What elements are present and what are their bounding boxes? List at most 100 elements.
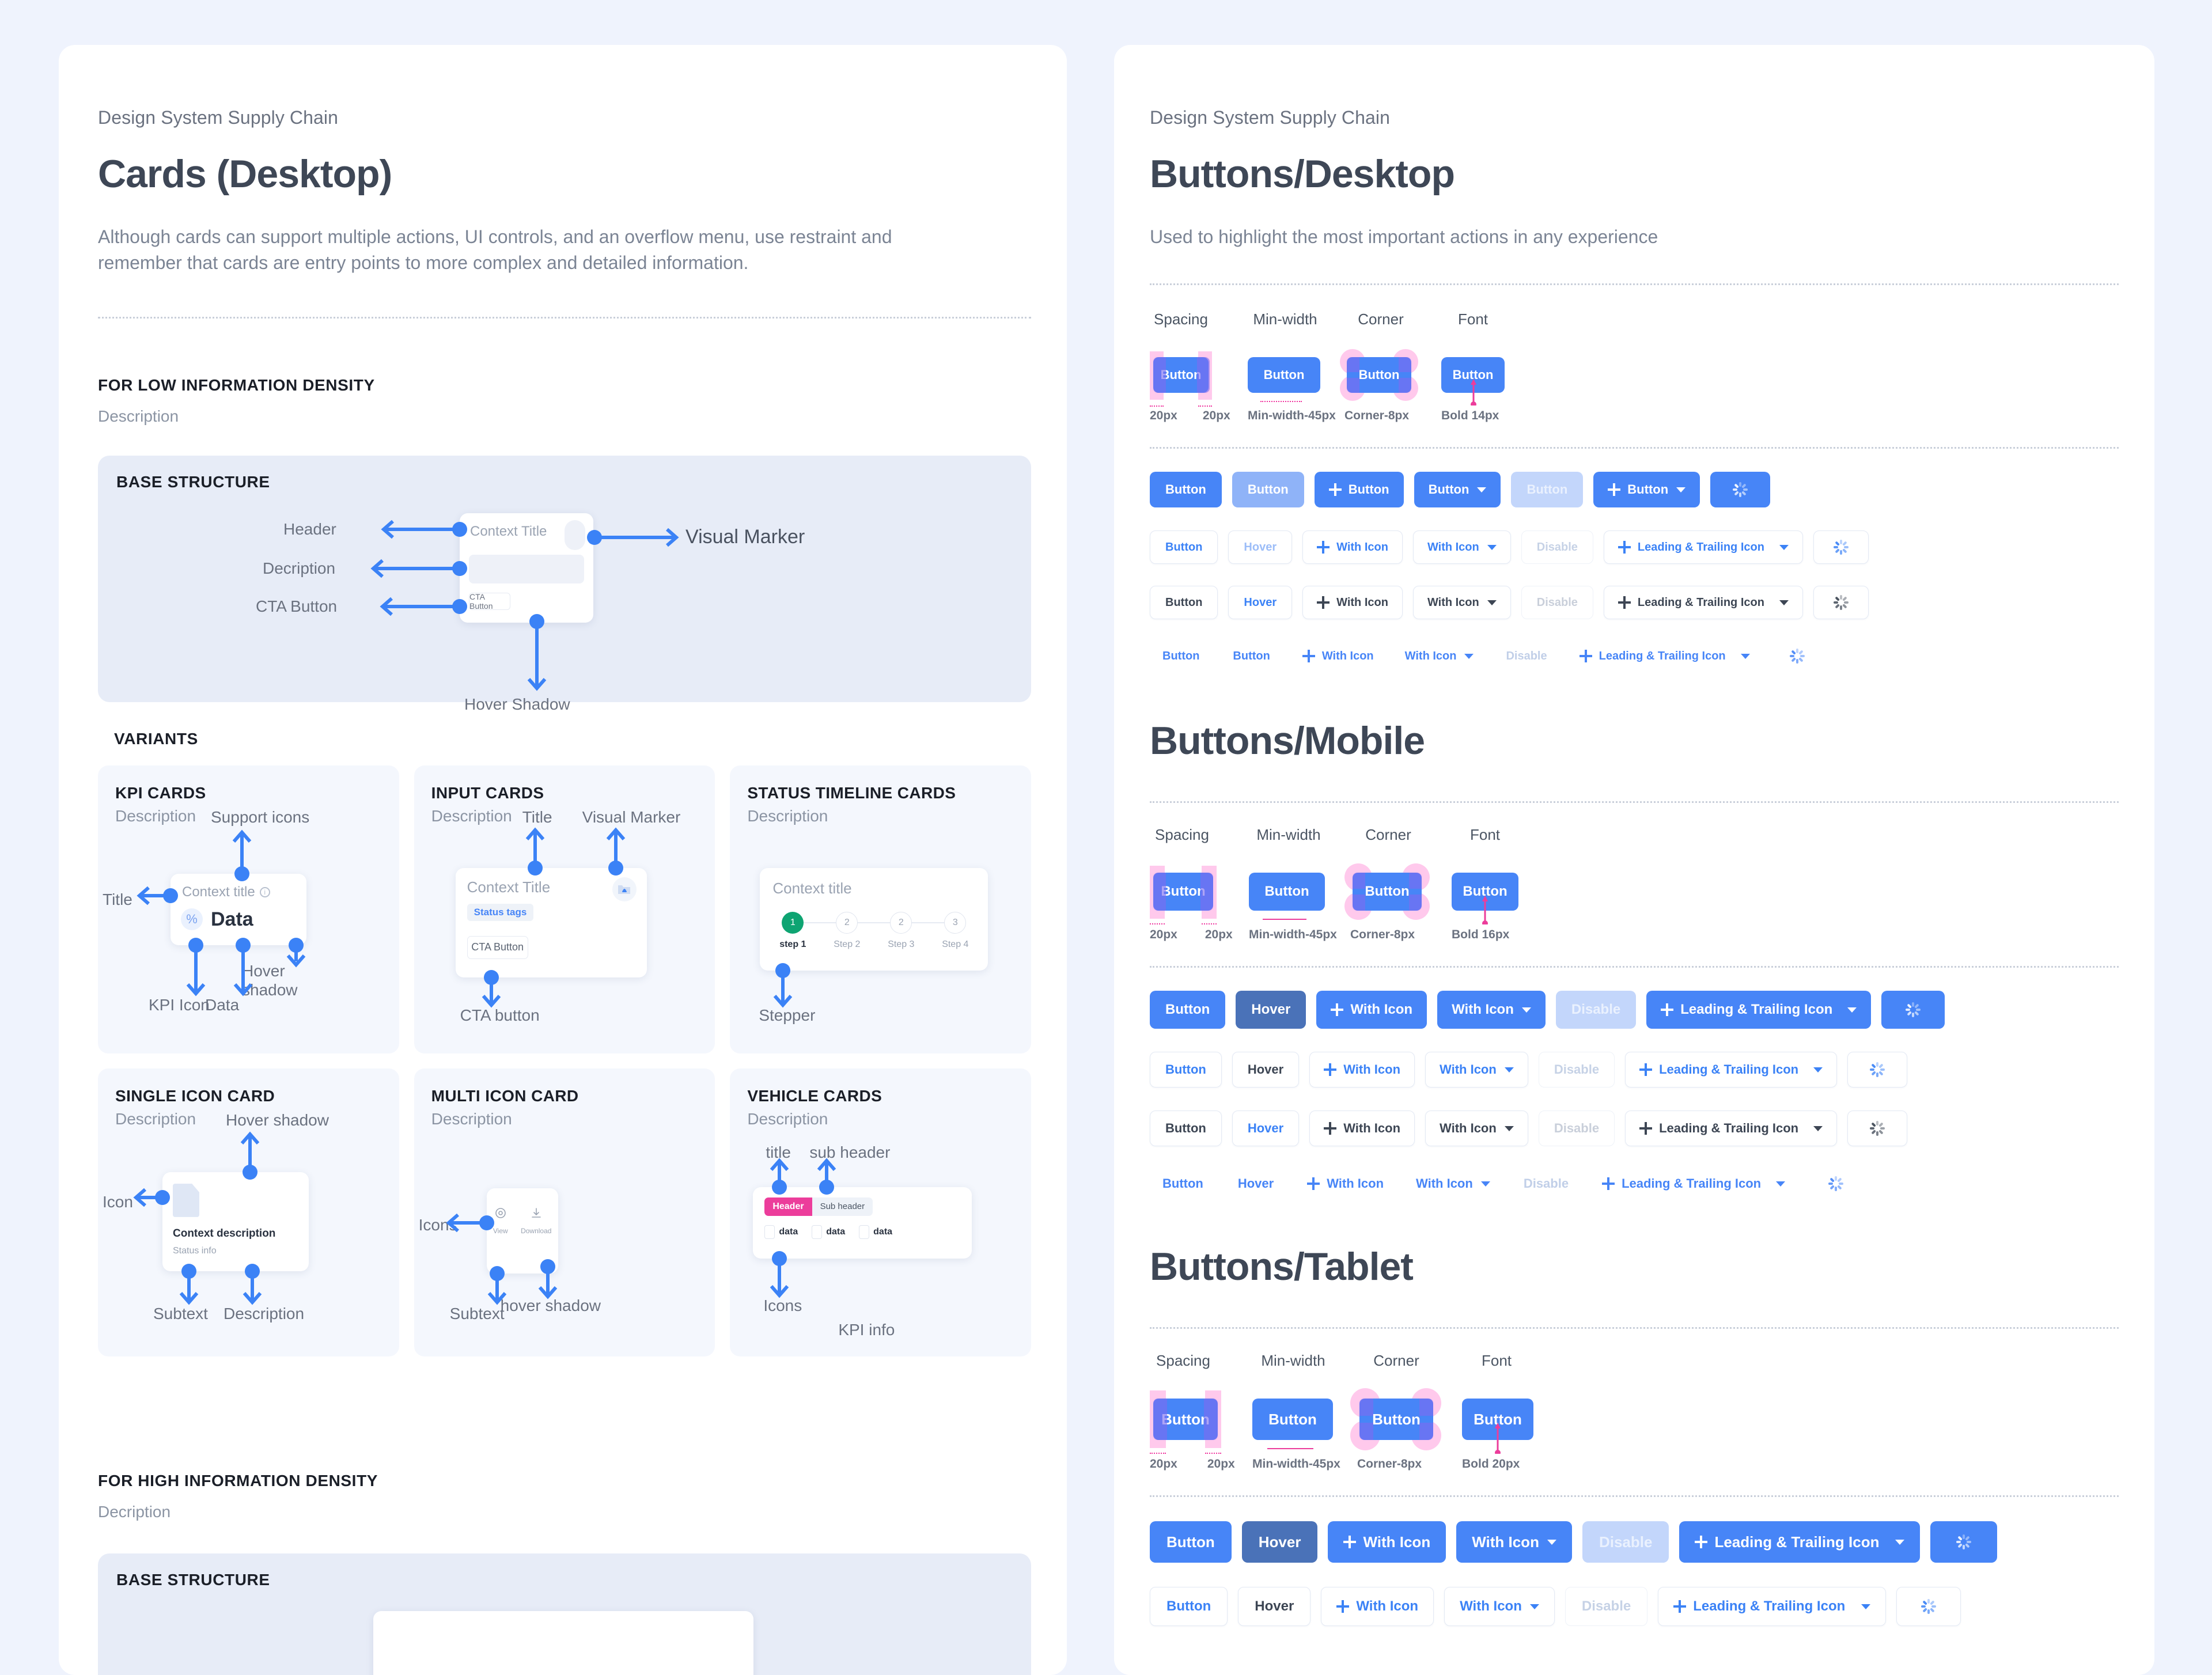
button-text-dropdown[interactable]: With Icon — [1393, 642, 1486, 670]
button-label: With Icon — [1343, 1121, 1401, 1136]
button-outline-dark-hover[interactable]: Hover — [1232, 1111, 1300, 1147]
variant-input-cards: INPUT CARDS Description Title Visual Mar… — [414, 765, 715, 1053]
base-structure-wrap: BASE STRUCTURE Context Title CTA Button — [59, 455, 1067, 713]
spec-button[interactable]: Button — [1249, 873, 1325, 911]
button-primary-dropdown[interactable]: With Icon — [1437, 991, 1546, 1029]
button-primary-hover[interactable]: Button — [1232, 472, 1304, 508]
button-outline-with-icon[interactable]: With Icon — [1309, 1052, 1415, 1088]
low-density-desc: Description — [98, 407, 179, 425]
button-text-dropdown[interactable]: With Icon — [1404, 1169, 1502, 1198]
button-text-hover[interactable]: Button — [1220, 642, 1282, 670]
desktop-spec-row: Spacing Button 20px 20px Min-width Butto… — [1114, 310, 2154, 449]
button-outline[interactable]: Button — [1150, 1052, 1222, 1088]
spec-header: Min-width — [1253, 310, 1317, 328]
button-primary-dropdown[interactable]: Button — [1414, 472, 1501, 508]
button-outline-with-icon[interactable]: With Icon — [1302, 530, 1403, 564]
button-primary-leading-trailing[interactable]: Button — [1593, 472, 1700, 508]
button-primary-with-icon[interactable]: Button — [1314, 472, 1404, 508]
button-primary-icon-only[interactable] — [1710, 472, 1771, 508]
button-text-icon-only[interactable] — [1806, 1169, 1866, 1198]
button-outline-dropdown[interactable]: With Icon — [1425, 1052, 1528, 1088]
button-text-with-icon[interactable]: With Icon — [1291, 642, 1385, 670]
spec-button[interactable]: Button — [1252, 1399, 1333, 1441]
button-outline-hover[interactable]: Hover — [1228, 530, 1293, 564]
button-primary-with-icon[interactable]: With Icon — [1328, 1521, 1446, 1563]
high-density-label: FOR HIGH INFORMATION DENSITY — [98, 1471, 378, 1490]
button-text[interactable]: Button — [1150, 1169, 1216, 1198]
button-text-leading-trailing[interactable]: Leading & Trailing Icon — [1568, 642, 1762, 670]
button-outline-icon-only[interactable] — [1813, 530, 1869, 564]
spec-spacing: Spacing Button 20px 20px — [1150, 826, 1249, 942]
spec-header: Min-width — [1261, 1352, 1325, 1370]
button-outline-dark-hover[interactable]: Hover — [1228, 586, 1293, 620]
button-primary-hover[interactable]: Hover — [1241, 1521, 1318, 1563]
button-outline-hover[interactable]: Hover — [1232, 1052, 1300, 1088]
button-text-leading-trailing[interactable]: Leading & Trailing Icon — [1590, 1169, 1797, 1198]
button-primary[interactable]: Button — [1150, 1521, 1232, 1563]
button-primary-leading-trailing[interactable]: Leading & Trailing Icon — [1679, 1521, 1921, 1563]
button-outline-hover[interactable]: Hover — [1238, 1587, 1311, 1627]
spec-footer: 20px — [1207, 1457, 1235, 1471]
chevron-down-icon — [1464, 653, 1474, 659]
button-primary[interactable]: Button — [1150, 991, 1226, 1029]
button-text-with-icon[interactable]: With Icon — [1296, 1169, 1395, 1198]
button-text-icon-only[interactable] — [1770, 642, 1825, 670]
button-label: With Icon — [1327, 1176, 1384, 1191]
desktop-button-rows: Button Button Button Button Button Butto… — [1114, 472, 2154, 670]
button-primary-icon-only[interactable] — [1930, 1521, 1998, 1563]
chevron-down-icon — [1779, 600, 1789, 605]
button-outline-dark[interactable]: Button — [1150, 1111, 1222, 1147]
button-primary-disabled: Disable — [1582, 1521, 1669, 1563]
loading-spinner-icon — [1828, 1176, 1844, 1192]
plus-icon — [1579, 650, 1592, 663]
spec-header: Font — [1469, 826, 1501, 844]
high-density-desc: Decription — [98, 1502, 171, 1521]
button-outline-dark-dropdown[interactable]: With Icon — [1425, 1111, 1528, 1147]
button-outline-leading-trailing[interactable]: Leading & Trailing Icon — [1603, 530, 1803, 564]
plus-icon — [1639, 1122, 1653, 1135]
button-outline-dark-leading-trailing[interactable]: Leading & Trailing Icon — [1603, 586, 1803, 620]
button-outline-icon-only[interactable] — [1896, 1587, 1961, 1627]
spec-header: Spacing — [1154, 310, 1208, 328]
divider — [1150, 1495, 2119, 1498]
breadcrumb-eyebrow: Design System Supply Chain — [1150, 107, 1391, 128]
button-primary-dropdown[interactable]: With Icon — [1456, 1521, 1572, 1563]
plus-icon — [1336, 1600, 1350, 1613]
button-primary[interactable]: Button — [1150, 472, 1222, 508]
button-label: Button — [1428, 482, 1469, 497]
button-outline[interactable]: Button — [1150, 1587, 1228, 1627]
button-outline-dark-with-icon[interactable]: With Icon — [1302, 586, 1403, 620]
button-outline-dark-with-icon[interactable]: With Icon — [1309, 1111, 1415, 1147]
button-label: With Icon — [1404, 649, 1457, 662]
button-outline-dark-dropdown[interactable]: With Icon — [1412, 586, 1511, 620]
button-outline-dropdown[interactable]: With Icon — [1444, 1587, 1555, 1627]
button-label: Leading & Trailing Icon — [1637, 596, 1764, 609]
button-outline-dropdown[interactable]: With Icon — [1412, 530, 1511, 564]
button-row-text: Button Button With Icon With Icon Disabl… — [1150, 642, 2119, 670]
button-primary-with-icon[interactable]: With Icon — [1316, 991, 1427, 1029]
button-text[interactable]: Button — [1150, 642, 1212, 670]
button-outline-leading-trailing[interactable]: Leading & Trailing Icon — [1625, 1052, 1838, 1088]
button-primary-disabled: Disable — [1555, 991, 1637, 1029]
button-outline-dark-leading-trailing[interactable]: Leading & Trailing Icon — [1625, 1111, 1838, 1147]
spec-header: Corner — [1358, 310, 1404, 328]
spec-footer: 20px — [1205, 928, 1233, 942]
button-text-hover[interactable]: Hover — [1225, 1169, 1286, 1198]
spec-row: Spacing Button 20px 20px Min-width Butto… — [1150, 826, 2119, 942]
button-outline-leading-trailing[interactable]: Leading & Trailing Icon — [1658, 1587, 1887, 1627]
button-outline-icon-only[interactable] — [1847, 1052, 1908, 1088]
button-outline[interactable]: Button — [1150, 530, 1218, 564]
button-primary-hover[interactable]: Hover — [1236, 991, 1306, 1029]
button-outline-dark-icon-only[interactable] — [1813, 586, 1869, 620]
button-primary-leading-trailing[interactable]: Leading & Trailing Icon — [1646, 991, 1872, 1029]
button-label: With Icon — [1356, 1598, 1419, 1615]
button-row-outline-dark: Button Hover With Icon With Icon Disable… — [1150, 586, 2119, 620]
button-outline-with-icon[interactable]: With Icon — [1321, 1587, 1434, 1627]
button-primary-icon-only[interactable] — [1881, 991, 1945, 1029]
button-label: Leading & Trailing Icon — [1599, 649, 1726, 662]
button-outline-dark[interactable]: Button — [1150, 586, 1218, 620]
button-outline-dark-icon-only[interactable] — [1847, 1111, 1908, 1147]
spec-footer: Corner-8px — [1357, 1457, 1422, 1471]
spec-button[interactable]: Button — [1248, 357, 1320, 393]
section-heading-mobile: Buttons/Mobile — [1150, 719, 1425, 763]
